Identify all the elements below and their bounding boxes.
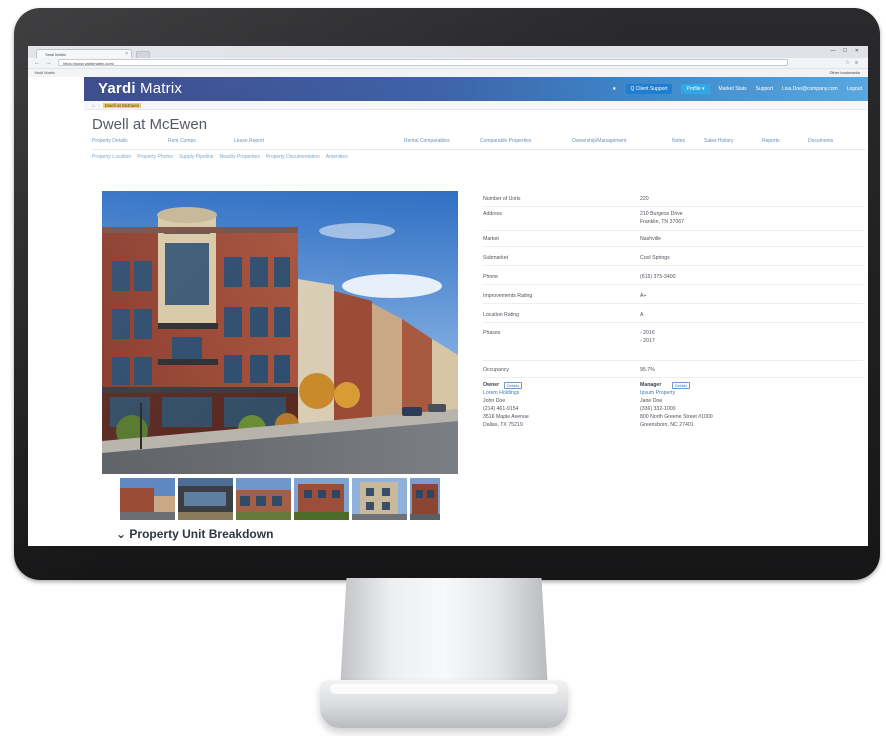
nav-client-support[interactable]: Q Client Support [625,84,673,94]
thumbnail[interactable] [294,478,349,520]
property-title: Dwell at McEwen [92,116,208,133]
manager-address: 800 North Greene Street #1000 [640,414,713,420]
property-subtabs: Property Details Rent Comps Lease Report… [92,138,862,148]
tabs-divider [92,149,866,150]
breadcrumb-current: Dwell at McEwen [102,103,142,108]
subtab-comparable-properties[interactable]: Comparable Properties [480,138,531,144]
subtab-notes[interactable]: Notes [672,138,685,144]
monitor-stand-neck [340,578,548,688]
url-input[interactable]: https://www.yardimatrix.com/ [58,59,788,66]
manager-company-link[interactable]: Ipsum Property [640,390,675,396]
chevron-down-icon: ⌄ [116,527,127,541]
owner-phone: (214) 461-9154 [483,406,519,412]
favorites-star-icon[interactable]: ★ [612,86,616,92]
manager-city: Greensboro, NC 27401 [640,422,694,428]
thumbnail[interactable] [178,478,233,520]
link-property-location[interactable]: Property Location [92,154,131,164]
photo-thumbnails [120,478,440,520]
link-supply-pipeline[interactable]: Supply Pipeline [179,154,213,164]
manager-name: Jane Doe [640,398,663,404]
nav-user-account[interactable]: Lisa.Doe@company.com [782,86,838,92]
owner-city: Dallas, TX 75219 [483,422,523,428]
browser-chrome: Yardi Matrix × — ☐ ✕ ← → ↻ https://www.y… [28,46,868,77]
subtab-lease-report[interactable]: Lease Report [234,138,264,144]
thumbnail[interactable] [410,478,440,520]
property-photo[interactable] [102,191,458,474]
property-unit-breakdown-toggle[interactable]: ⌄ Property Unit Breakdown [116,527,273,541]
link-amenities[interactable]: Amenities [326,154,348,164]
link-property-documentation[interactable]: Property Documentation [266,154,320,164]
link-nearby-properties[interactable]: Nearby Properties [220,154,260,164]
browser-tab[interactable]: Yardi Matrix × [36,49,132,58]
nav-logout[interactable]: Logout [847,86,862,92]
breadcrumb: ⌂ › Dwell at McEwen [84,101,868,110]
subtab-rent-comps[interactable]: Rent Comps [168,138,196,144]
monitor-stand-highlight [330,684,558,694]
navbar-menu: ★ Q Client Support Profile ▾ Market Stat… [612,83,862,95]
owner-details-button[interactable]: Details [504,382,523,389]
owner-address: 3516 Maple Avenue [483,414,529,420]
section-title: Property Unit Breakdown [129,527,274,541]
subtab-ownership-management[interactable]: Ownership/Management [572,138,626,144]
tab-title: Yardi Matrix [45,52,67,57]
thumbnail[interactable] [236,478,291,520]
subtab-rental-comparables[interactable]: Rental Comparables [404,138,450,144]
address-bar-row: ← → ↻ https://www.yardimatrix.com/ ☆ ≡ [28,58,868,68]
window-controls[interactable]: — ☐ ✕ [831,48,862,54]
app-navbar: Yardi Matrix ★ Q Client Support Profile … [84,77,868,101]
subtab-documents[interactable]: Documents [808,138,833,144]
nav-market-stats[interactable]: Market Stats [719,86,747,92]
thumbnail[interactable] [120,478,175,520]
nav-support[interactable]: Support [756,86,774,92]
owner-name: John Doe [483,398,506,404]
subtab-reports[interactable]: Reports [762,138,780,144]
close-icon[interactable]: × [125,50,128,58]
link-property-photos[interactable]: Property Photos [137,154,173,164]
screen: Yardi Matrix × — ☐ ✕ ← → ↻ https://www.y… [28,46,868,546]
manager-details-button[interactable]: Details [672,382,691,389]
yardi-matrix-logo[interactable]: Yardi Matrix [98,80,182,98]
bookmark-item[interactable]: Yardi Matrix [34,69,55,77]
property-section-links: Property Location Property Photos Supply… [92,154,862,164]
home-icon[interactable]: ⌂ [92,103,95,108]
subtab-property-details[interactable]: Property Details [92,138,128,144]
owner-company-link[interactable]: Lorem Holdings [483,390,519,396]
bookmarks-bar: Yardi Matrix Other bookmarks [28,68,868,77]
other-bookmarks[interactable]: Other bookmarks [829,69,860,77]
nav-profile-dropdown[interactable]: Profile ▾ [681,84,710,94]
manager-phone: (336) 332-1000 [640,406,676,412]
star-menu-icon[interactable]: ☆ ≡ [845,58,860,68]
thumbnail[interactable] [352,478,407,520]
subtab-sales-history[interactable]: Sales History [704,138,733,144]
